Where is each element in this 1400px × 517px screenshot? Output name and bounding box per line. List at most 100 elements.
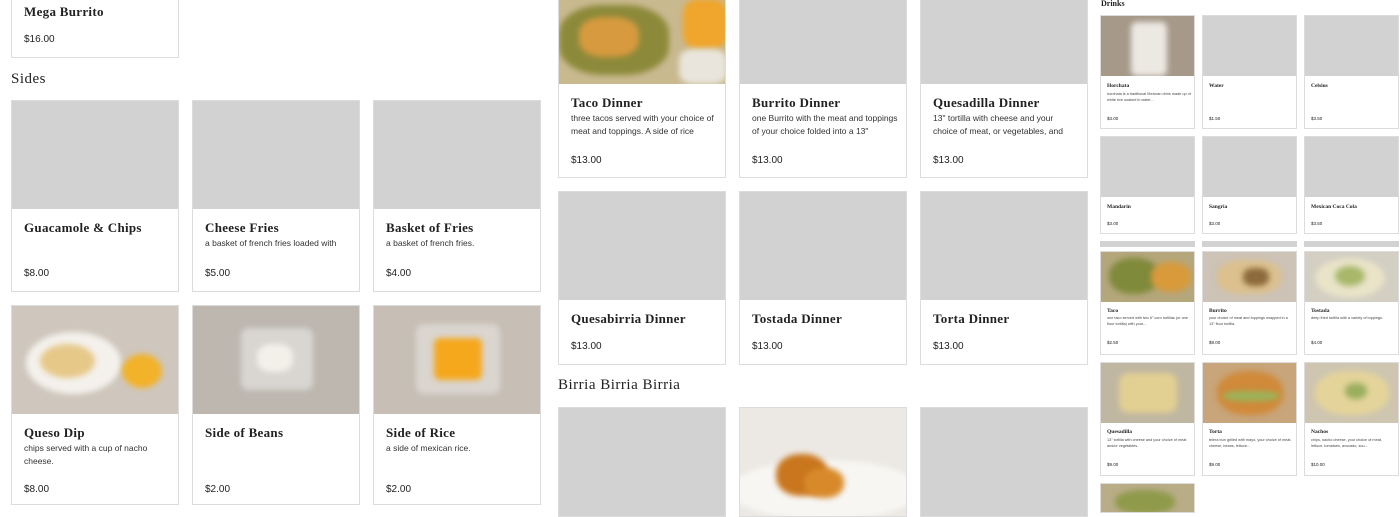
menu-item-burrito[interactable]: Burrito your choice of meat and toppings…: [1202, 251, 1297, 355]
item-image: [1203, 363, 1296, 423]
menu-item-birria-1[interactable]: [558, 407, 726, 517]
item-image: [374, 101, 540, 209]
menu-item-quesabirria-dinner[interactable]: Quesabirria Dinner $13.00: [558, 191, 726, 365]
item-price: $3.00: [1107, 116, 1119, 121]
item-image: [374, 306, 540, 414]
item-image: [1305, 137, 1398, 197]
item-image: [12, 101, 178, 209]
item-price: $9.00: [1209, 462, 1221, 467]
item-description: one taco served with two 6" corn tortill…: [1107, 316, 1188, 326]
menu-item-birria-2[interactable]: [739, 407, 907, 517]
menu-item-side-of-beans[interactable]: Side of Beans $2.00: [192, 305, 360, 505]
item-image: [921, 192, 1087, 300]
menu-item-torta[interactable]: Torta telera bun grilled with mayo, your…: [1202, 362, 1297, 476]
section-title-birria: Birria Birria Birria: [558, 377, 681, 393]
item-description: [24, 237, 169, 263]
item-price: $9.00: [1107, 462, 1119, 467]
menu-item-tostada[interactable]: Tostada deep fried tortilla with a varie…: [1304, 251, 1399, 355]
item-price: $3.50: [1311, 116, 1323, 121]
item-description: deep fried tortilla with a variety of to…: [1311, 316, 1383, 320]
item-image: [1101, 484, 1194, 512]
menu-item-mega-burrito[interactable]: Mega Burrito $16.00: [11, 0, 179, 58]
item-description: your choice of meat and toppings wrapped…: [1209, 316, 1288, 326]
menu-item-side-of-rice[interactable]: Side of Rice a side of mexican rice. $2.…: [373, 305, 541, 505]
item-name: Cheese Fries: [205, 220, 279, 235]
item-description: a basket of french fries.: [386, 238, 475, 248]
item-image: [740, 192, 906, 300]
item-name: Nachos: [1311, 429, 1329, 435]
menu-item-quesadilla-dinner[interactable]: Quesadilla Dinner 13" tortilla with chee…: [920, 0, 1088, 178]
menu-item-torta-dinner[interactable]: Torta Dinner $13.00: [920, 191, 1088, 365]
item-image: [740, 408, 906, 516]
item-name: Torta: [1209, 429, 1222, 435]
item-image: [1101, 252, 1194, 302]
item-name: Mega Burrito: [24, 4, 104, 19]
food-chips-shape: [40, 344, 95, 378]
drink-item-horchata[interactable]: Horchata horchata is a traditional Mexic…: [1100, 15, 1195, 129]
food-topping-shape: [1335, 266, 1365, 286]
item-price: $13.00: [571, 155, 602, 166]
menu-item-partial[interactable]: [1100, 483, 1195, 513]
item-name: Queso Dip: [24, 425, 85, 440]
item-price: $1.50: [1209, 116, 1221, 121]
item-name: Horchata: [1107, 83, 1130, 89]
item-name: Tostada: [1311, 308, 1330, 314]
section-title-drinks: Drinks: [1101, 0, 1125, 8]
item-description: [205, 442, 350, 468]
item-description: chips served with a cup of nacho cheese.: [24, 443, 148, 466]
item-image: [559, 408, 725, 516]
item-description: horchata is a traditional Mexican drink …: [1107, 92, 1191, 102]
item-description: a basket of french fries loaded with: [205, 238, 337, 248]
item-image: [559, 0, 725, 84]
item-description: one Burrito with the meat and toppings o…: [752, 113, 898, 136]
item-name: Celsius: [1311, 83, 1328, 89]
food-cup-shape: [122, 354, 162, 388]
item-image: [921, 408, 1087, 516]
drink-item-mandarin[interactable]: Mandarin $3.00: [1100, 136, 1195, 234]
item-description: [933, 328, 1079, 341]
item-price: $4.00: [1311, 340, 1323, 345]
item-image: [559, 192, 725, 300]
section-title-sides: Sides: [11, 71, 47, 87]
item-description: [752, 328, 898, 341]
item-image: [1101, 137, 1194, 197]
item-description: three tacos served with your choice of m…: [571, 113, 714, 136]
menu-item-tostada-dinner[interactable]: Tostada Dinner $13.00: [739, 191, 907, 365]
item-price: $16.00: [24, 34, 55, 45]
menu-item-guacamole-chips[interactable]: Guacamole & Chips $8.00: [11, 100, 179, 292]
item-price: $2.00: [205, 484, 231, 495]
menu-item-basket-of-fries[interactable]: Basket of Fries a basket of french fries…: [373, 100, 541, 292]
food-taco-shape: [579, 17, 639, 57]
item-name: Burrito Dinner: [752, 95, 841, 110]
item-name: Guacamole & Chips: [24, 220, 142, 235]
menu-item-birria-3[interactable]: [920, 407, 1088, 517]
item-description: a side of mexican rice.: [386, 443, 471, 453]
item-image: [1203, 16, 1296, 76]
item-name: Quesadilla Dinner: [933, 95, 1040, 110]
food-shape: [1115, 490, 1175, 512]
menu-item-taco-dinner[interactable]: Taco Dinner three tacos served with your…: [558, 0, 726, 178]
item-image: [12, 306, 178, 414]
drink-item-sangria[interactable]: Sangria $3.00: [1202, 136, 1297, 234]
item-price: $13.00: [933, 155, 964, 166]
item-name: Side of Rice: [386, 425, 456, 440]
drink-item-mexican-coca-cola[interactable]: Mexican Coca Cola $3.50: [1304, 136, 1399, 234]
drink-item-water[interactable]: Water $1.50: [1202, 15, 1297, 129]
menu-item-taco[interactable]: Taco one taco served with two 6" corn to…: [1100, 251, 1195, 355]
item-price: $3.00: [1209, 221, 1221, 226]
item-image: [1305, 16, 1398, 76]
menu-item-queso-dip[interactable]: Queso Dip chips served with a cup of nac…: [11, 305, 179, 505]
menu-item-cheese-fries[interactable]: Cheese Fries a basket of french fries lo…: [192, 100, 360, 292]
item-description: chips, nacho cheese, your choice of meat…: [1311, 438, 1382, 448]
menu-item-quesadilla[interactable]: Quesadilla 13" tortilla with cheese and …: [1100, 362, 1195, 476]
food-side-shape: [679, 49, 725, 84]
item-name: Taco Dinner: [571, 95, 643, 110]
menu-item-nachos[interactable]: Nachos chips, nacho cheese, your choice …: [1304, 362, 1399, 476]
menu-item-burrito-dinner[interactable]: Burrito Dinner one Burrito with the meat…: [739, 0, 907, 178]
item-name: Sangria: [1209, 204, 1228, 210]
drink-item-celsius[interactable]: Celsius $3.50: [1304, 15, 1399, 129]
item-name: Basket of Fries: [386, 220, 474, 235]
food-beans-shape: [257, 344, 293, 372]
item-price: $5.00: [205, 268, 231, 279]
item-price: $13.00: [933, 341, 964, 352]
